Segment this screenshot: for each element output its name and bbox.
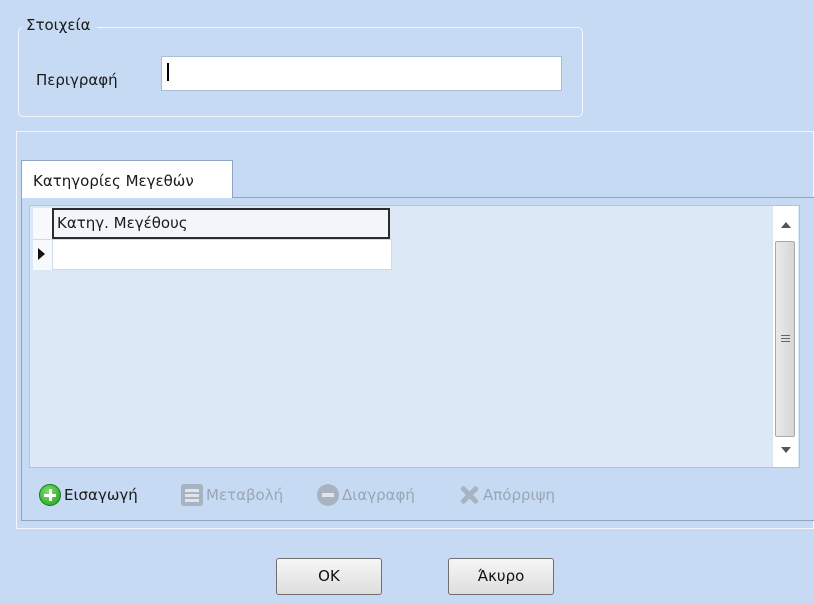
edit-icon: [181, 484, 203, 506]
description-label: Περιγραφή: [36, 71, 118, 89]
details-group-title: Στοιχεία: [22, 16, 97, 34]
discard-button[interactable]: Απόρριψη: [458, 482, 555, 508]
scrollbar-thumb[interactable]: [775, 241, 795, 437]
delete-label: Διαγραφή: [342, 486, 415, 504]
delete-button[interactable]: Διαγραφή: [317, 482, 415, 508]
ok-button[interactable]: OK: [276, 558, 382, 595]
plus-circle-icon: [39, 484, 61, 506]
insert-label: Εισαγωγή: [64, 486, 138, 504]
minus-circle-icon: [317, 484, 339, 506]
insert-button[interactable]: Εισαγωγή: [39, 482, 138, 508]
grip-line: [781, 341, 790, 342]
cancel-button[interactable]: Άκυρο: [448, 558, 554, 595]
text-caret: [167, 63, 169, 81]
modify-label: Μεταβολή: [206, 486, 284, 504]
scroll-down-arrow-icon[interactable]: [781, 447, 791, 453]
tab-size-categories[interactable]: Κατηγορίες Μεγεθών: [21, 160, 233, 198]
x-cross-icon: [458, 484, 480, 506]
description-input[interactable]: [161, 56, 562, 91]
grid-cell-size-category[interactable]: [52, 239, 392, 270]
grid-vertical-scrollbar[interactable]: [772, 206, 798, 467]
grid-corner: [33, 208, 52, 239]
discard-label: Απόρριψη: [483, 486, 555, 504]
modify-button[interactable]: Μεταβολή: [181, 482, 283, 508]
current-row-arrow-icon: [38, 248, 45, 260]
grip-line: [781, 338, 790, 339]
column-header-size-category[interactable]: Κατηγ. Μεγέθους: [52, 208, 390, 239]
scroll-up-arrow-icon[interactable]: [781, 222, 791, 228]
grip-line: [781, 335, 790, 336]
